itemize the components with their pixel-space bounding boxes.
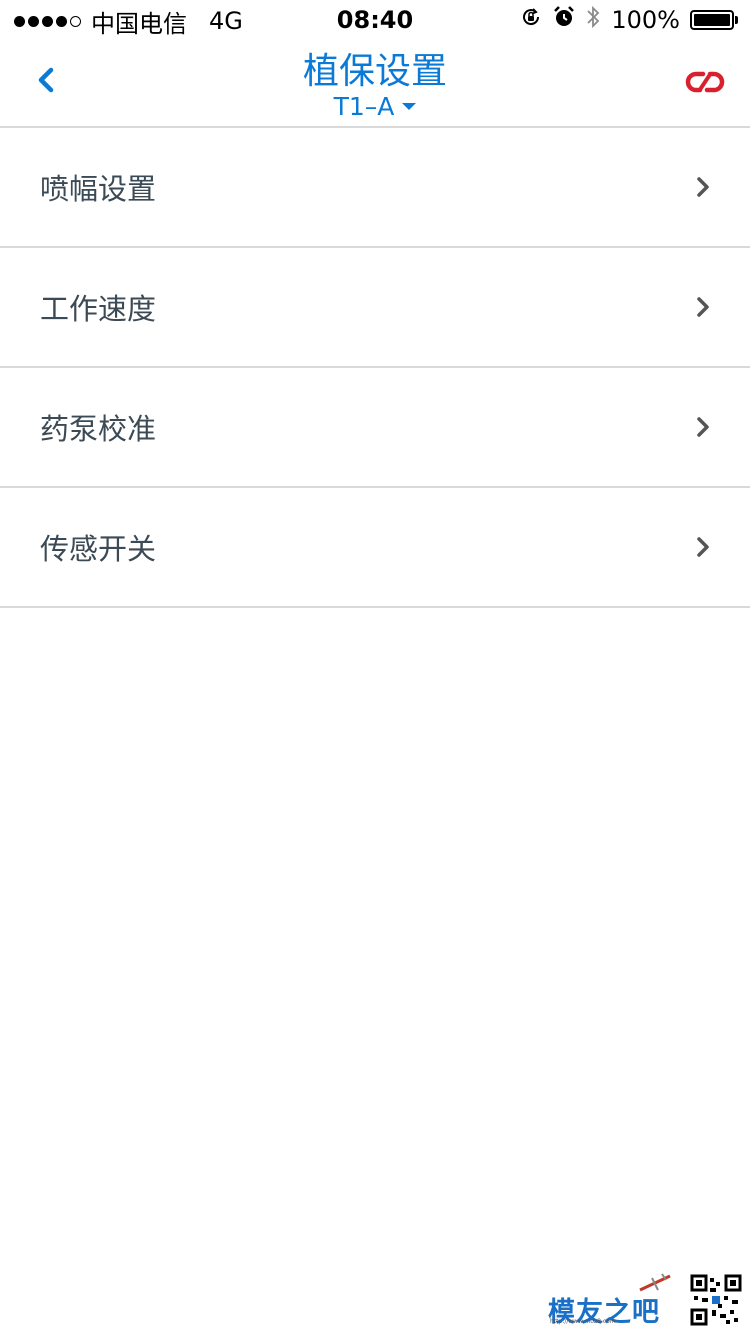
chevron-right-icon [692, 292, 714, 322]
caret-down-icon [402, 102, 417, 110]
broken-link-icon [683, 66, 727, 102]
rotation-lock-icon [519, 5, 543, 35]
menu-item-label: 药泵校准 [40, 412, 157, 446]
connection-button[interactable] [680, 62, 730, 106]
status-right: 100% [519, 5, 738, 35]
chevron-right-icon [692, 412, 714, 442]
back-button[interactable] [24, 60, 68, 104]
qr-code-icon [690, 1274, 742, 1326]
chevron-right-icon [692, 172, 714, 202]
menu-item-label: 传感开关 [40, 532, 157, 566]
network-type: 4G [209, 7, 243, 35]
status-left: 中国电信 4G [14, 6, 243, 38]
battery-icon [690, 10, 738, 30]
page-title: 植保设置 [302, 51, 447, 92]
bluetooth-icon [585, 4, 601, 36]
status-time: 08:40 [336, 6, 414, 34]
watermark-url: http://www.moz8.com [550, 1318, 616, 1325]
device-name: T1–A [333, 91, 395, 121]
signal-strength-icon [14, 15, 81, 27]
battery-percent: 100% [611, 6, 680, 34]
navigation-bar: 植保设置 T1–A [0, 40, 750, 126]
alarm-icon [553, 5, 575, 35]
carrier-name: 中国电信 [91, 9, 187, 38]
watermark: 模友之吧 http://www.moz8.com [540, 1268, 742, 1328]
chevron-left-icon [35, 66, 57, 98]
menu-item-pump-calibration[interactable]: 药泵校准 [0, 368, 750, 488]
menu-item-work-speed[interactable]: 工作速度 [0, 248, 750, 368]
status-bar: 中国电信 4G 08:40 100% [0, 0, 750, 40]
menu-item-sensor-switch[interactable]: 传感开关 [0, 488, 750, 608]
menu-item-spray-width[interactable]: 喷幅设置 [0, 128, 750, 248]
settings-menu-list: 喷幅设置 工作速度 药泵校准 传感开关 [0, 128, 750, 608]
menu-item-label: 工作速度 [40, 292, 157, 326]
chevron-right-icon [692, 532, 714, 562]
menu-item-label: 喷幅设置 [40, 172, 157, 206]
device-selector[interactable]: T1–A [330, 89, 420, 123]
